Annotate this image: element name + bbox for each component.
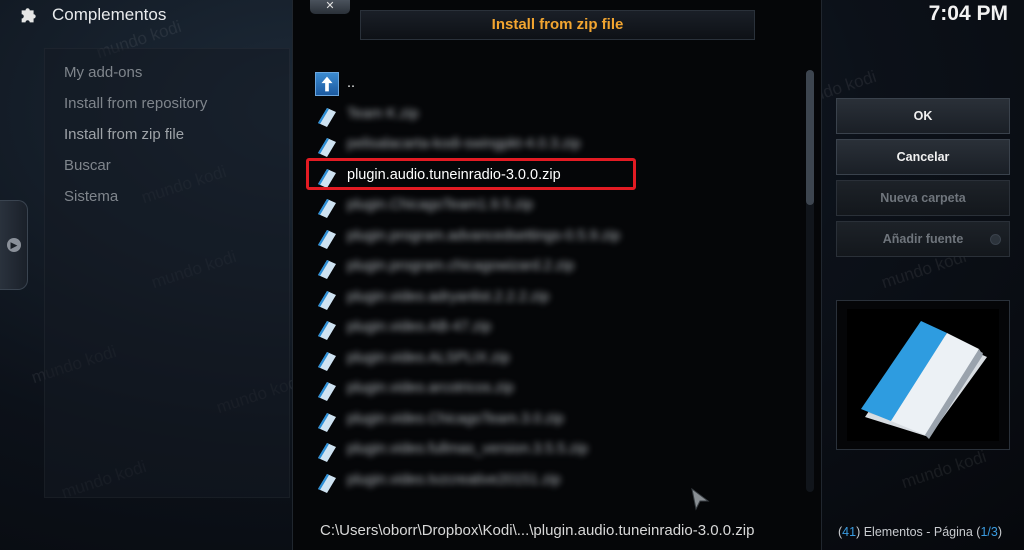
side-menu-tab[interactable]: ▶ [0, 200, 28, 290]
dialog-title: Install from zip file [360, 10, 755, 40]
list-item-label: plugin.video.ALSPLIX.zip [347, 349, 510, 366]
close-button[interactable]: ✕ [310, 0, 350, 14]
scrollbar[interactable] [806, 70, 814, 492]
menu-item-install-from-repository[interactable]: Install from repository [64, 91, 207, 122]
list-item[interactable]: plugin.video.ChicagoTeam.3.0.zip [312, 404, 782, 435]
list-item-label: plugin.program.advancedsettings-0.5.9.zi… [347, 227, 621, 244]
menu-item-search[interactable]: Buscar [64, 153, 207, 184]
list-item-label: plugin.video.tvzcreative20151.zip [347, 471, 561, 488]
list-item[interactable]: plugin.video.ALSPLIX.zip [312, 343, 782, 374]
page-value: 1/3 [980, 525, 998, 539]
zip-file-icon [318, 473, 336, 493]
preview-image [847, 309, 999, 441]
add-source-button[interactable]: Añadir fuente [836, 221, 1010, 257]
selected-path: C:\Users\oborr\Dropbox\Kodi\...\plugin.a… [320, 522, 755, 539]
list-item[interactable]: plugin.program.chicagowizard.2.zip [312, 251, 782, 282]
zip-file-large-icon [861, 321, 987, 439]
zip-file-icon [318, 321, 336, 340]
section-title: Complementos [52, 5, 167, 24]
list-item-label: plugin.video.arcotricos.zip [347, 380, 514, 396]
scrollbar-thumb[interactable] [806, 70, 814, 205]
list-item-label: plugin.video.adryanlist.2.2.2.zip [347, 288, 550, 305]
list-item[interactable]: plugin.video.AB-47.zip [312, 312, 782, 343]
count-suffix: ) [997, 525, 1002, 539]
puzzle-icon [21, 8, 36, 23]
list-item[interactable]: pelisalacarta-kodi-swingpkt-4.0.3.zip [312, 129, 782, 160]
list-item[interactable]: plugin.video.adryanlist.2.2.2.zip [312, 282, 782, 313]
list-item[interactable]: plugin.ChicagoTeam1.9.5.zip [312, 190, 782, 221]
menu-item-my-addons[interactable]: My add-ons [64, 60, 207, 91]
add-source-label: Añadir fuente [882, 232, 964, 246]
zip-file-icon [318, 443, 336, 462]
list-item[interactable]: plugin.video.tvzcreative20151.zip [312, 465, 782, 496]
menu-item-install-from-zip[interactable]: Install from zip file [64, 122, 207, 153]
zip-file-icon [318, 229, 336, 249]
list-item[interactable]: plugin.video.arcotricos.zip [312, 373, 782, 404]
ok-button[interactable]: OK [836, 98, 1010, 134]
list-item-label: plugin.video.ChicagoTeam.3.0.zip [347, 410, 564, 427]
list-item-parent[interactable]: .. [312, 68, 782, 99]
new-folder-button[interactable]: Nueva carpeta [836, 180, 1010, 216]
list-item-label: plugin.video.fullmas_version.3.5.5.zip [347, 441, 588, 457]
list-item-label: Team K.zip [347, 105, 419, 122]
list-item-label: plugin.video.AB-47.zip [347, 319, 492, 335]
list-item-label: plugin.program.chicagowizard.2.zip [347, 258, 575, 274]
arrow-right-icon: ▶ [7, 238, 21, 252]
menu-item-system[interactable]: Sistema [64, 184, 207, 215]
zip-file-icon [318, 351, 336, 371]
arrow-up-icon [315, 72, 339, 96]
item-count: (41) Elementos - Página (1/3) [838, 525, 1002, 539]
zip-file-icon [318, 290, 336, 310]
list-item-label: .. [347, 75, 356, 91]
list-item-label: pelisalacarta-kodi-swingpkt-4.0.3.zip [347, 136, 581, 152]
list-item[interactable]: plugin.program.advancedsettings-0.5.9.zi… [312, 221, 782, 252]
radio-indicator-icon [990, 234, 1001, 245]
zip-file-icon [318, 138, 336, 157]
list-item[interactable]: plugin.video.fullmas_version.3.5.5.zip [312, 434, 782, 465]
list-item[interactable]: Team K.zip [312, 99, 782, 130]
zip-file-icon [318, 260, 336, 279]
app-header: Complementos [0, 0, 290, 30]
preview-thumbnail [836, 300, 1010, 450]
selection-highlight [306, 158, 636, 190]
clock: 7:04 PM [928, 2, 1008, 25]
mouse-cursor-icon [691, 487, 710, 511]
count-middle: ) Elementos - Página ( [856, 525, 981, 539]
list-item-label: plugin.ChicagoTeam1.9.5.zip [347, 197, 534, 213]
addons-menu: My add-ons Install from repository Insta… [64, 60, 207, 215]
zip-file-icon [318, 199, 336, 218]
count-value: 41 [842, 525, 857, 539]
zip-file-icon [318, 382, 336, 401]
cancel-button[interactable]: Cancelar [836, 139, 1010, 175]
file-list: .. Team K.zip pelisalacarta-kodi-swingpk… [312, 68, 782, 495]
zip-file-icon [318, 107, 336, 127]
zip-file-icon [318, 412, 336, 432]
